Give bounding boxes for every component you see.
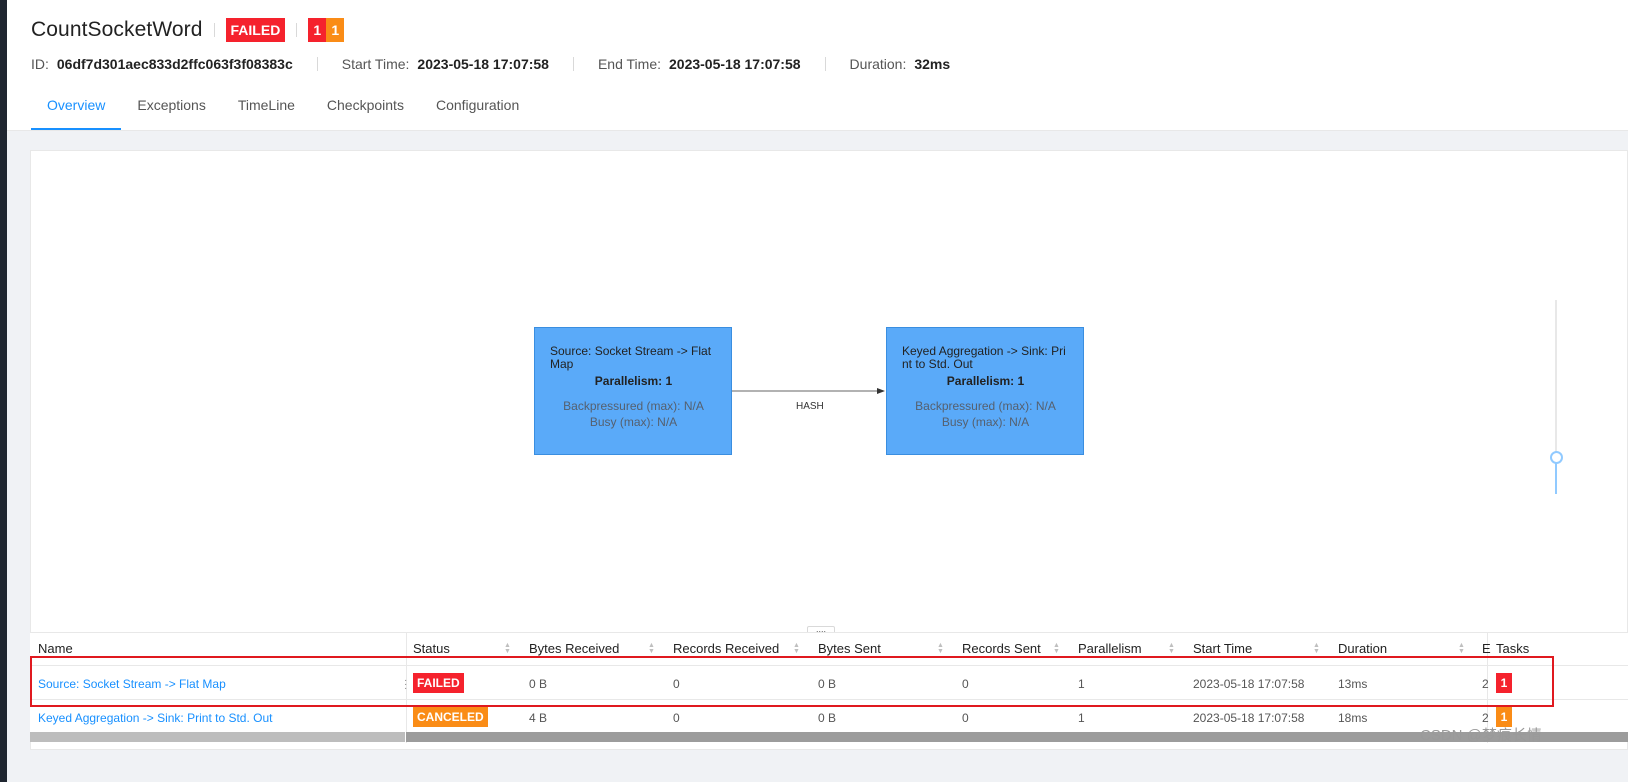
bytes-received-cell: 0 B	[529, 677, 548, 691]
parallelism-cell: 1	[1078, 711, 1085, 725]
end-time-label: End Time:	[597, 56, 661, 72]
graph-edge-label: HASH	[796, 401, 824, 412]
meta-divider	[316, 57, 318, 71]
col-header-status[interactable]: Status	[413, 641, 450, 656]
graph-node-backpressure: Backpressured (max): N/A	[915, 399, 1056, 413]
col-header-start-time[interactable]: Start Time	[1193, 641, 1252, 656]
bytes-sent-cell: 0 B	[818, 677, 837, 691]
sort-icon[interactable]: ▲ ▼	[793, 642, 800, 655]
sort-icon[interactable]: ▲ ▼	[1168, 642, 1175, 655]
job-tabs: Overview Exceptions TimeLine Checkpoints…	[31, 94, 535, 130]
end-time-cell-clipped: 2	[1482, 711, 1489, 725]
vertex-name-link[interactable]: Source: Socket Stream -> Flat Map	[38, 677, 226, 691]
zoom-slider-handle[interactable]	[1550, 451, 1563, 464]
col-header-duration[interactable]: Duration	[1338, 641, 1387, 656]
title-divider	[296, 23, 298, 37]
job-status-badge: FAILED	[225, 18, 286, 42]
sort-icon[interactable]: ▲ ▼	[1458, 642, 1465, 655]
sort-icon[interactable]: ▲ ▼	[504, 642, 511, 655]
column-resize-grip-icon[interactable]: · · ·	[404, 676, 407, 694]
vertex-table: Name Status ▲ ▼ Bytes Received ▲ ▼ Records…	[30, 632, 1628, 743]
graph-node-sink[interactable]: Keyed Aggregation -> Sink: Print to Std.…	[886, 327, 1084, 455]
failed-task-count-badge: 1	[308, 18, 327, 42]
sort-icon[interactable]: ▲ ▼	[648, 642, 655, 655]
duration-label: Duration:	[849, 56, 907, 72]
tab-timeline[interactable]: TimeLine	[222, 94, 311, 130]
graph-node-parallelism: Parallelism: 1	[946, 374, 1025, 388]
graph-node-busy: Busy (max): N/A	[941, 415, 1030, 429]
job-id-value: 06df7d301aec833d2ffc063f3f08383c	[56, 56, 293, 72]
start-time-cell: 2023-05-18 17:07:58	[1193, 711, 1305, 725]
meta-divider	[824, 57, 826, 71]
graph-node-backpressure: Backpressured (max): N/A	[563, 399, 704, 413]
watermark-text: CSDN @梦痕长情	[1420, 727, 1542, 744]
vertex-status-badge: FAILED	[413, 673, 464, 693]
graph-node-parallelism: Parallelism: 1	[594, 374, 673, 388]
canceled-task-count-badge: 1	[326, 18, 345, 42]
graph-node-name: Source: Socket Stream -> Flat Map	[550, 344, 712, 371]
sort-icon[interactable]: ▲ ▼	[937, 642, 944, 655]
meta-divider	[572, 57, 574, 71]
title-divider	[213, 23, 215, 37]
end-time-cell-clipped: 2	[1482, 677, 1489, 691]
duration-value: 32ms	[914, 56, 951, 72]
col-header-end-time-clipped[interactable]: E	[1482, 641, 1491, 656]
graph-node-name: Keyed Aggregation -> Sink: Print to Std.…	[902, 344, 1066, 371]
graph-edge-arrowhead	[877, 388, 885, 394]
col-header-bytes-sent[interactable]: Bytes Sent	[818, 641, 881, 656]
tab-exceptions[interactable]: Exceptions	[121, 94, 221, 130]
vertex-name-link[interactable]: Keyed Aggregation -> Sink: Print to Std.…	[38, 711, 272, 725]
duration-cell: 18ms	[1338, 711, 1368, 725]
sort-icon[interactable]: ▲ ▼	[1053, 642, 1060, 655]
tab-configuration[interactable]: Configuration	[420, 94, 535, 130]
job-id-label: ID:	[31, 56, 49, 72]
sort-icon[interactable]: ▲ ▼	[1313, 642, 1320, 655]
parallelism-cell: 1	[1078, 677, 1085, 691]
tab-overview[interactable]: Overview	[31, 94, 122, 130]
records-received-cell: 0	[673, 711, 680, 725]
job-title-row: CountSocketWord FAILED 11	[31, 14, 345, 46]
job-meta-row: ID: 06df7d301aec833d2ffc063f3f08383c Sta…	[31, 53, 950, 75]
vertex-status-badge: CANCELED	[413, 707, 488, 727]
start-time-cell: 2023-05-18 17:07:58	[1193, 677, 1305, 691]
col-header-tasks[interactable]: Tasks	[1496, 641, 1529, 656]
col-header-records-received[interactable]: Records Received	[673, 641, 779, 656]
col-header-parallelism[interactable]: Parallelism	[1078, 641, 1142, 656]
col-header-name[interactable]: Name	[38, 641, 73, 656]
task-count-badge: 1	[1496, 673, 1512, 693]
col-header-bytes-received[interactable]: Bytes Received	[529, 641, 619, 656]
start-time-label: Start Time:	[341, 56, 410, 72]
duration-cell: 13ms	[1338, 677, 1368, 691]
tab-checkpoints[interactable]: Checkpoints	[311, 94, 420, 130]
records-received-cell: 0	[673, 677, 680, 691]
left-window-edge	[0, 0, 7, 782]
table-scrollbar-thumb[interactable]	[30, 732, 406, 742]
row-divider	[30, 665, 1628, 666]
job-title: CountSocketWord	[31, 18, 203, 41]
bytes-sent-cell: 0 B	[818, 711, 837, 725]
col-header-records-sent[interactable]: Records Sent	[962, 641, 1041, 656]
bytes-received-cell: 4 B	[529, 711, 548, 725]
start-time-value: 2023-05-18 17:07:58	[417, 56, 549, 72]
graph-node-source[interactable]: Source: Socket Stream -> Flat Map Parall…	[534, 327, 732, 455]
row-divider	[30, 699, 1628, 700]
graph-node-busy: Busy (max): N/A	[589, 415, 678, 429]
end-time-value: 2023-05-18 17:07:58	[669, 56, 801, 72]
records-sent-cell: 0	[962, 677, 969, 691]
records-sent-cell: 0	[962, 711, 969, 725]
